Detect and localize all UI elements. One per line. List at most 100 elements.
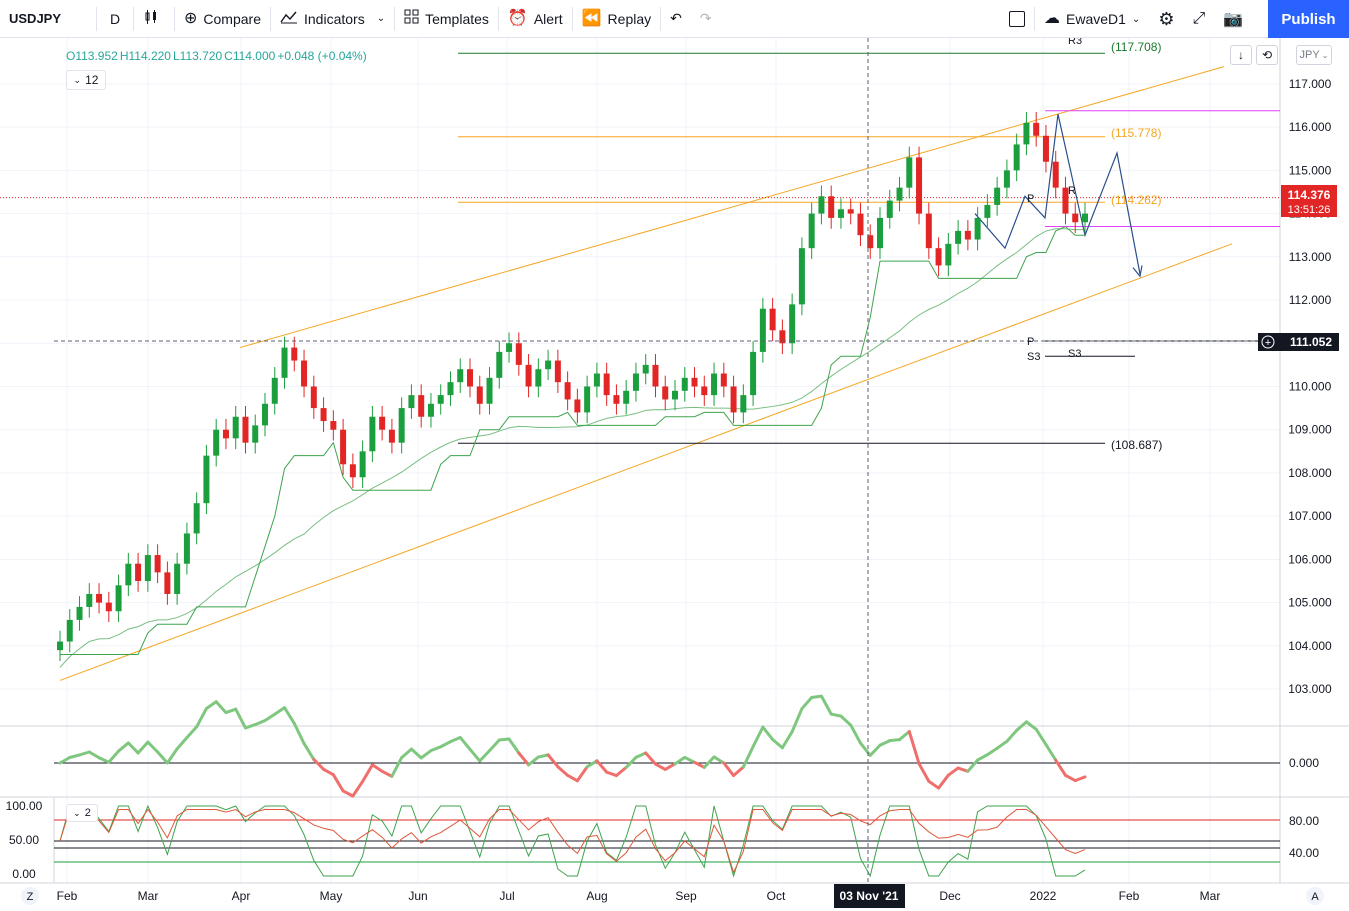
pivot-s3-label: S3 xyxy=(1027,351,1040,363)
candle-body xyxy=(96,593,103,603)
indicator-legend-toggle[interactable]: ⌄ 12 xyxy=(66,70,106,90)
oscillator-segment xyxy=(966,758,980,773)
price-tick-label: 117.000 xyxy=(1289,77,1332,91)
price-tick-label: 105.000 xyxy=(1288,596,1332,610)
candle-body xyxy=(496,351,503,378)
indicators-button[interactable]: Indicators ⌄ xyxy=(271,0,394,38)
oscillator-segment xyxy=(1034,727,1048,747)
oscillator-segment xyxy=(976,753,989,762)
oscillator-segment xyxy=(243,723,257,730)
scroll-to-latest-button[interactable]: ↓ xyxy=(1230,45,1252,65)
oscillator-segment xyxy=(644,751,657,766)
oscillator-segment xyxy=(732,765,745,778)
oscillator-segment xyxy=(546,753,560,769)
currency-selector[interactable]: JPY ⌄ xyxy=(1296,45,1332,65)
oscillator-segment xyxy=(722,761,736,778)
candle-body xyxy=(837,209,844,218)
candle-body xyxy=(1082,213,1088,223)
chart-canvas[interactable]: 117.000116.000115.000114.000113.000112.0… xyxy=(0,38,1349,911)
plus-icon: + xyxy=(1265,337,1271,349)
oscillator-segment xyxy=(87,750,101,760)
candle-body xyxy=(730,386,737,413)
candle-body xyxy=(447,382,454,396)
candle-body xyxy=(652,364,659,387)
layout-button[interactable]: ☁ EwaveD1 ⌄ xyxy=(1035,0,1149,38)
candle-body xyxy=(144,555,151,581)
oscillator-segment xyxy=(585,759,599,769)
stoch-right-label: 80.00 xyxy=(1289,814,1319,828)
price-axis[interactable]: 117.000116.000115.000114.000113.000112.0… xyxy=(1288,77,1332,696)
price-tick-label: 103.000 xyxy=(1288,682,1332,696)
oscillator-segment xyxy=(322,767,335,777)
candle-body xyxy=(535,369,542,387)
chart-type-button[interactable] xyxy=(134,0,174,38)
rewind-icon: ⏪ xyxy=(581,9,602,27)
oscillator-segment xyxy=(556,765,570,777)
settings-button[interactable]: ⚙ xyxy=(1149,0,1183,38)
candle-body xyxy=(632,373,639,391)
candle-body xyxy=(213,429,220,456)
oscillator-segment xyxy=(653,762,667,771)
level-label: (108.687) xyxy=(1111,438,1162,452)
r3-value-label: (117.708) xyxy=(1111,40,1161,54)
redo-button[interactable]: ↷ xyxy=(691,0,721,38)
oscillator-segment xyxy=(1054,758,1067,777)
candle-body xyxy=(554,360,561,383)
candle-body xyxy=(86,593,93,607)
publish-button[interactable]: Publish xyxy=(1268,0,1349,38)
interval-button[interactable]: D xyxy=(97,0,133,38)
candle-body xyxy=(701,386,708,396)
current-price-label: 114.376 xyxy=(1288,188,1331,202)
templates-label: Templates xyxy=(425,10,489,27)
templates-button[interactable]: Templates xyxy=(395,0,498,38)
compare-button[interactable]: ⊕ Compare xyxy=(175,0,270,38)
time-tick-label: May xyxy=(320,889,343,903)
stochastic-pane xyxy=(54,804,1280,878)
oscillator-segment xyxy=(283,706,296,725)
time-tick-label: Mar xyxy=(1200,889,1221,903)
stoch-legend-toggle[interactable]: ⌄ 2 xyxy=(66,804,98,822)
oscillator-segment xyxy=(302,742,316,761)
replay-button[interactable]: ⏪ Replay xyxy=(573,0,661,38)
expand-button[interactable]: ⤢ xyxy=(1183,0,1214,38)
candle-body xyxy=(242,416,249,443)
candle-body xyxy=(681,377,688,391)
oscillator-segment xyxy=(195,707,208,729)
candle-body xyxy=(203,455,210,504)
time-axis[interactable]: Feb Mar Apr May Jun Jul Aug Sep Oct Dec 2022 Feb Mar xyxy=(57,889,1221,903)
oscillator-segment xyxy=(819,694,833,716)
refresh-icon: ⟲ xyxy=(1261,48,1273,62)
candle-body xyxy=(437,395,444,404)
chevron-down-icon: ⌄ xyxy=(73,807,81,818)
time-tick-label: Mar xyxy=(138,889,159,903)
candle-body xyxy=(818,196,825,214)
reset-chart-button[interactable]: ⟲ xyxy=(1256,45,1278,65)
oscillator-segment xyxy=(507,737,521,755)
candle-body xyxy=(301,360,308,387)
oscillator-segment xyxy=(204,700,218,711)
oscillator-segment xyxy=(800,696,814,711)
indicators-label: Indicators xyxy=(304,10,365,27)
oscillator-segment xyxy=(390,756,404,778)
candle-body xyxy=(623,390,630,404)
undo-button[interactable]: ↶ xyxy=(661,0,691,38)
candle-body xyxy=(57,641,63,651)
oscillator-segment xyxy=(751,725,765,749)
candle-body xyxy=(359,451,366,478)
candle-body xyxy=(388,429,395,443)
chevron-down-icon: ⌄ xyxy=(73,74,82,85)
candle-body xyxy=(886,200,893,218)
oscillator-segment xyxy=(898,730,911,742)
symbol-search[interactable]: USDJPY xyxy=(0,0,96,38)
oscillator-segment xyxy=(165,747,179,765)
alert-button[interactable]: ⏰ Alert xyxy=(499,0,572,38)
fullscreen-toggle[interactable] xyxy=(1000,0,1034,38)
channel-upper-line xyxy=(239,66,1225,349)
candle-body xyxy=(994,187,1001,205)
oscillator-segment xyxy=(263,712,277,723)
oscillator-segment xyxy=(175,736,189,751)
oscillator-segment xyxy=(419,749,433,760)
candle-body xyxy=(1072,213,1079,223)
oscillator-segment xyxy=(907,730,921,766)
snapshot-button[interactable]: 📷 xyxy=(1214,0,1252,38)
